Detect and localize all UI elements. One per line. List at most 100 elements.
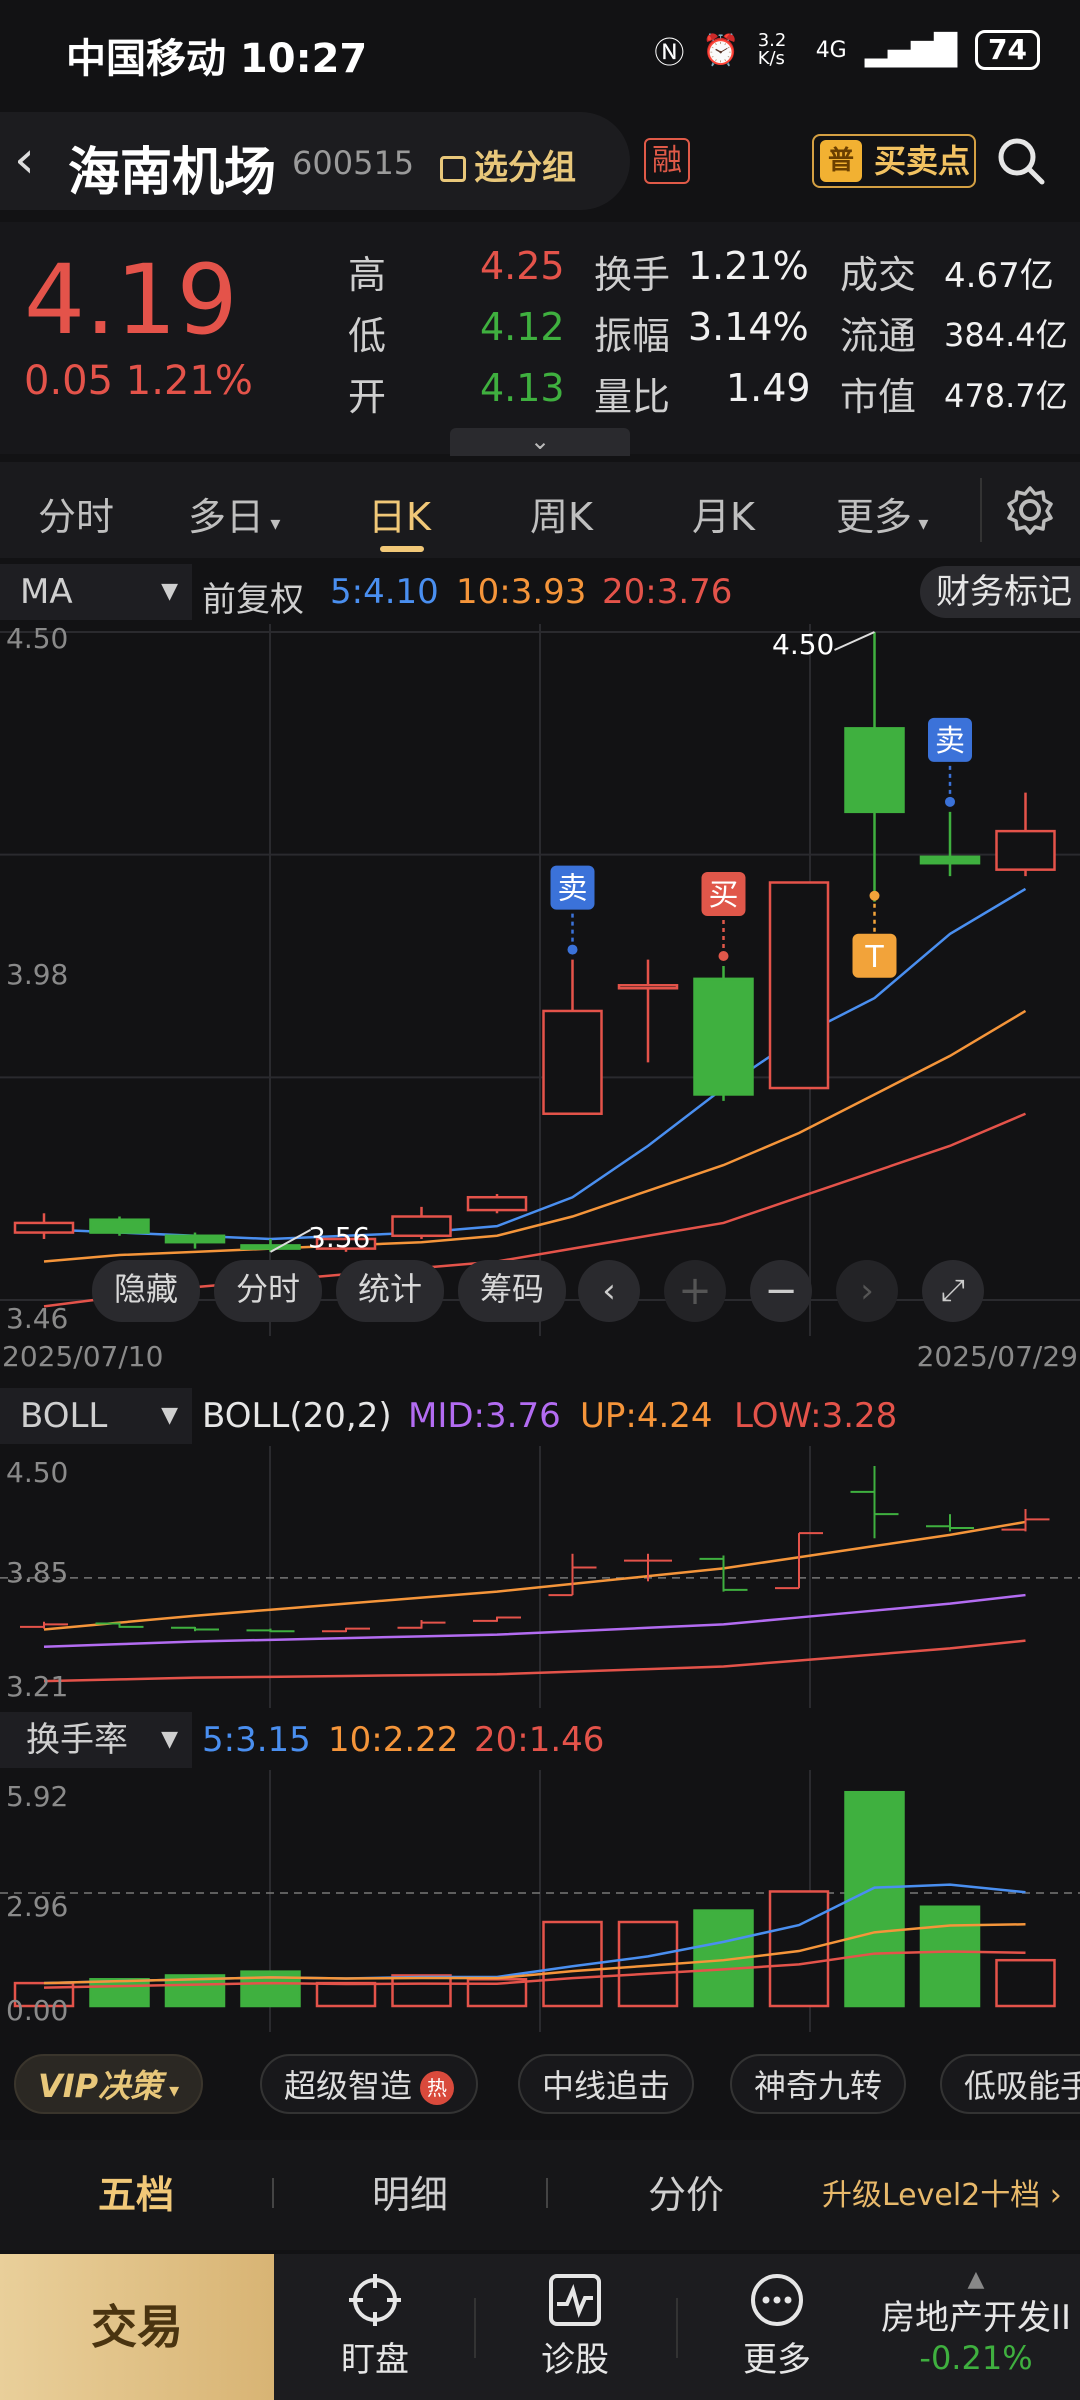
candle-body: [13, 1221, 75, 1234]
boll-mid: MID:3.76: [408, 1396, 561, 1436]
tab-price-distribution[interactable]: 分价: [648, 2164, 724, 2219]
price-change: 0.05 1.21%: [24, 358, 253, 404]
tab-weekly-k[interactable]: 周K: [530, 486, 593, 541]
battery-icon: 74: [975, 30, 1040, 70]
zoom-out-icon[interactable]: −: [750, 1260, 812, 1322]
candlestick-chart[interactable]: 卖买T卖 4.50 3.98 3.46 4.50 3.56: [0, 624, 1080, 1336]
crosshair-icon: [349, 2274, 401, 2326]
chip-magic-nine[interactable]: 神奇九转: [730, 2054, 907, 2114]
hot-badge-icon: 热: [420, 2071, 455, 2105]
candle-body: [240, 1244, 301, 1250]
ma20-value: 20:3.76: [602, 572, 733, 612]
high-label: 高: [348, 253, 387, 297]
candle-body: [693, 977, 754, 1096]
hide-button[interactable]: 隐藏: [92, 1260, 201, 1322]
boll-y-mid: 3.85: [6, 1556, 68, 1589]
tab-more-label: 更多: [836, 495, 913, 539]
tab-monthly-k[interactable]: 月K: [692, 486, 755, 541]
turn-y-top: 5.92: [6, 1780, 68, 1813]
chip-low-buy[interactable]: 低吸能手: [940, 2054, 1080, 2114]
zoom-in-icon[interactable]: +: [664, 1260, 726, 1322]
nav-watch[interactable]: 盯盘: [310, 2254, 440, 2400]
y-axis-bottom-label: 3.46: [6, 1302, 68, 1335]
divider: [676, 2298, 678, 2358]
sector-name: 房地产开发II: [880, 2298, 1072, 2338]
last-price: 4.19: [24, 244, 238, 356]
nav-more[interactable]: 更多: [712, 2254, 842, 2400]
chart-toolbar: 隐藏 分时 统计 筹码 ‹ + − › ⤢: [92, 1260, 992, 1324]
next-arrow-icon[interactable]: ›: [836, 1260, 898, 1322]
status-icons: Ⓝ ⏰ 3.2 K/s 4G ▂▄▆█ 74: [654, 28, 1040, 72]
candle-body: [164, 1234, 226, 1244]
ma-selector[interactable]: MA ▼: [0, 564, 192, 620]
ma-indicator-bar: MA ▼ 前复权 5:4.10 10:3.93 20:3.76 财务标记: [0, 564, 1080, 620]
turnover-selector[interactable]: 换手率 ▼: [0, 1712, 192, 1768]
back-icon[interactable]: ‹: [14, 130, 35, 190]
signal-icon: ▂▄▆█: [864, 32, 958, 68]
caret-down-icon: ▾: [912, 511, 929, 535]
turn-ma10: 10:2.22: [328, 1720, 459, 1760]
search-icon[interactable]: [996, 136, 1046, 186]
chip-super-smart[interactable]: 超级智造热: [260, 2054, 479, 2114]
signal-dot: [567, 944, 578, 955]
expand-chevron-icon[interactable]: ⌄: [450, 428, 630, 456]
buy-sell-points-button[interactable]: 普 买卖点: [812, 134, 976, 188]
boll-selector[interactable]: BOLL ▼: [0, 1388, 192, 1444]
select-group-button[interactable]: 选分组: [440, 140, 576, 189]
chip-midline-chase[interactable]: 中线追击: [518, 2054, 695, 2114]
turn-y-mid: 2.96: [6, 1890, 68, 1923]
tab-detail[interactable]: 明细: [372, 2164, 448, 2219]
boll-chart[interactable]: 4.50 3.85 3.21: [0, 1446, 1080, 1708]
candle-body: [391, 1215, 452, 1238]
margin-badge[interactable]: 融: [644, 138, 690, 184]
adjust-mode[interactable]: 前复权: [202, 572, 304, 621]
boll-selector-label: BOLL: [20, 1396, 108, 1436]
turnover-chart[interactable]: 5.92 2.96 0.00: [0, 1770, 1080, 2032]
date-end: 2025/07/29: [916, 1340, 1078, 1373]
nav-watch-label: 盯盘: [341, 2340, 409, 2380]
chips-button[interactable]: 筹码: [458, 1260, 567, 1322]
nfc-icon: Ⓝ: [654, 36, 685, 71]
boll-low-line: [43, 1639, 1026, 1683]
low-value: 4.12: [480, 305, 565, 349]
candle-body: [768, 881, 830, 1090]
caret-down-icon: ▾: [264, 511, 281, 535]
turnover-grid: [0, 1770, 1080, 2032]
tab-five-levels[interactable]: 五档: [98, 2164, 174, 2219]
nav-diagnose-label: 诊股: [541, 2340, 609, 2380]
prev-arrow-icon[interactable]: ‹: [578, 1260, 640, 1322]
upgrade-level2-link[interactable]: 升级Level2十档 ›: [822, 2170, 1062, 2214]
signal-dot: [869, 890, 880, 901]
turnover-selector-label: 换手率: [26, 1720, 128, 1760]
deal-value: 4.67亿: [944, 256, 1054, 296]
date-axis: 2025/07/10 2025/07/29: [0, 1340, 1080, 1378]
tab-multiday-label: 多日: [188, 495, 265, 539]
sector-widget[interactable]: ▲ 房地产开发II -0.21%: [872, 2269, 1080, 2390]
max-price-label: 4.50: [772, 628, 834, 661]
vip-decision-chip[interactable]: VIP决策 ▾: [14, 2054, 204, 2114]
chart-grid: [0, 624, 1080, 1336]
tab-fenshi[interactable]: 分时: [38, 486, 114, 541]
boll-lines: [43, 1520, 1026, 1683]
chart-pulse-icon: [549, 2274, 601, 2326]
stats-button[interactable]: 统计: [336, 1260, 445, 1322]
fenshi-button[interactable]: 分时: [214, 1260, 323, 1322]
candle-body: [542, 1009, 603, 1115]
tab-multiday[interactable]: 多日 ▾: [188, 486, 280, 541]
trade-button[interactable]: 交易: [0, 2254, 274, 2400]
vip-decision-label: VIP决策: [38, 2067, 163, 2105]
high-value: 4.25: [480, 244, 565, 288]
mcap-label: 市值: [840, 375, 917, 419]
ma10-value: 10:3.93: [456, 572, 587, 612]
fullscreen-icon[interactable]: ⤢: [922, 1260, 984, 1322]
caret-down-icon: ▾: [162, 2078, 180, 2102]
alarm-icon: ⏰: [702, 32, 740, 68]
settings-gear-icon[interactable]: [1004, 484, 1056, 536]
mcap-value: 478.7亿: [944, 377, 1068, 415]
tab-more[interactable]: 更多 ▾: [836, 486, 928, 541]
candle-body: [466, 1195, 528, 1212]
financial-marks-button[interactable]: 财务标记: [920, 566, 1080, 618]
nav-diagnose[interactable]: 诊股: [510, 2254, 640, 2400]
tab-daily-k[interactable]: 日K: [368, 486, 431, 541]
turnover-bar: [89, 1978, 150, 2008]
